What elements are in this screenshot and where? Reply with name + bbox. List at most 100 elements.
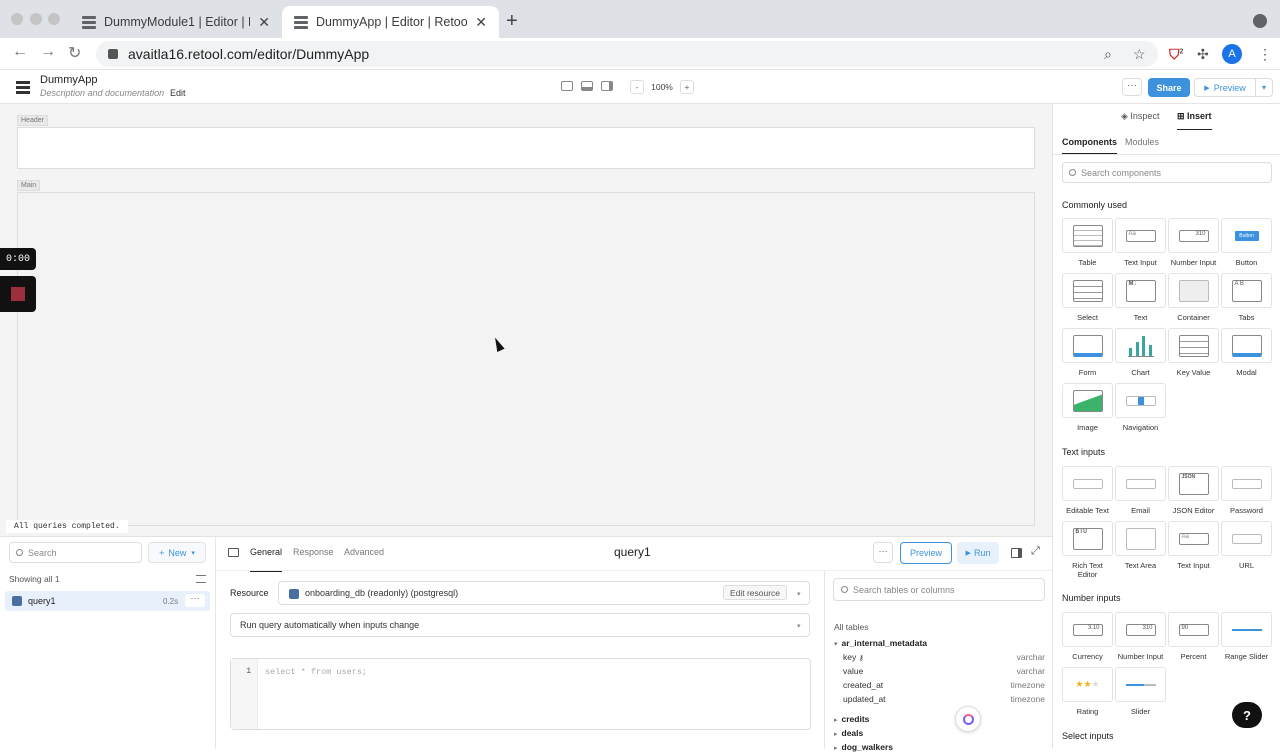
edit-resource-button[interactable]: Edit resource <box>723 585 787 600</box>
sql-editor[interactable]: 1 select * from users; <box>230 658 811 730</box>
close-tab-icon[interactable]: ✕ <box>475 14 487 31</box>
query-search-input[interactable]: Search <box>9 542 142 563</box>
component-currency[interactable]: 3.10 Currency <box>1062 612 1113 661</box>
table-item[interactable]: ▾ ar_internal_metadata <box>834 638 927 648</box>
component-text-input[interactable]: Aa Text Input <box>1115 218 1166 267</box>
profile-avatar[interactable]: A <box>1222 44 1242 64</box>
component-editable-text[interactable]: Editable Text <box>1062 466 1113 515</box>
preview-dropdown-chevron-icon[interactable]: ▾ <box>1256 78 1273 97</box>
browser-tab-dummyapp[interactable]: DummyApp | Editor | Retool ✕ <box>282 6 499 38</box>
address-bar[interactable]: avaitla16.retool.com/editor/DummyApp <box>96 41 1158 67</box>
schema-search-input[interactable]: Search tables or columns <box>833 578 1045 601</box>
tab-components[interactable]: Components <box>1062 137 1117 154</box>
table-item[interactable]: ▸ credits <box>834 714 869 724</box>
resource-value: onboarding_db (readonly) (postgresql) <box>305 588 459 598</box>
stop-recording-button[interactable] <box>0 276 36 312</box>
query-more-button[interactable]: ··· <box>185 594 205 607</box>
component-key-value[interactable]: Key Value <box>1168 328 1219 377</box>
zoom-in-button[interactable]: + <box>680 80 694 94</box>
component-button[interactable]: Button Button <box>1221 218 1272 267</box>
tab-insert[interactable]: ⊞ Insert <box>1177 111 1212 130</box>
extensions-puzzle-icon[interactable]: ✣ <box>1197 46 1209 63</box>
table-item[interactable]: ▸ deals <box>834 728 863 738</box>
component-json-editor[interactable]: JSON JSON Editor <box>1168 466 1219 515</box>
new-query-button[interactable]: + New ▾ <box>148 542 206 563</box>
tab-inspect[interactable]: ◈ Inspect <box>1121 111 1159 122</box>
component-text-input-2[interactable]: Aa Text Input <box>1168 521 1219 570</box>
share-button[interactable]: Share <box>1148 78 1190 97</box>
component-percent[interactable]: 90 Percent <box>1168 612 1219 661</box>
component-password[interactable]: Password <box>1221 466 1272 515</box>
component-tabs[interactable]: A B Tabs <box>1221 273 1272 322</box>
header-frame[interactable] <box>17 127 1035 169</box>
help-button[interactable]: ? <box>1232 702 1262 728</box>
column-row[interactable]: updated_at timezone <box>843 694 1045 704</box>
tab-advanced[interactable]: Advanced <box>344 547 384 557</box>
component-image[interactable]: Image <box>1062 383 1113 432</box>
back-arrow-icon[interactable]: ← <box>12 43 28 61</box>
component-modal[interactable]: Modal <box>1221 328 1272 377</box>
split-view-icon[interactable] <box>1011 548 1022 558</box>
query-preview-button[interactable]: Preview <box>900 542 952 564</box>
component-range-slider[interactable]: Range Slider <box>1221 612 1272 661</box>
window-close-control[interactable] <box>11 13 23 25</box>
browser-tab-dummymodule1[interactable]: DummyModule1 | Editor | Retool ✕ <box>70 6 282 38</box>
tab-search-icon[interactable] <box>1253 14 1267 28</box>
component-email[interactable]: Email <box>1115 466 1166 515</box>
app-more-button[interactable]: ··· <box>1122 78 1142 96</box>
component-form[interactable]: Form <box>1062 328 1113 377</box>
close-tab-icon[interactable]: ✕ <box>258 14 270 31</box>
app-name[interactable]: DummyApp <box>40 74 97 86</box>
component-select[interactable]: Select <box>1062 273 1113 322</box>
component-slider[interactable]: Slider <box>1115 667 1166 716</box>
component-table[interactable]: Table <box>1062 218 1113 267</box>
tab-response[interactable]: Response <box>293 547 334 557</box>
component-search-input[interactable]: Search components <box>1062 162 1272 183</box>
browser-menu-icon[interactable]: ⋮ <box>1258 46 1272 63</box>
edit-description-link[interactable]: Edit <box>170 88 186 98</box>
table-item[interactable]: ▸ dog_walkers <box>834 742 893 752</box>
reload-icon[interactable]: ↻ <box>68 43 81 63</box>
window-minimize-control[interactable] <box>30 13 42 25</box>
component-label: Text <box>1133 313 1148 322</box>
zoom-search-icon[interactable]: ⌕ <box>1104 46 1112 63</box>
extension-shield-icon[interactable]: ⛉2 <box>1169 46 1183 63</box>
component-number-input-2[interactable]: 310 Number Input <box>1115 612 1166 661</box>
filter-icon[interactable] <box>196 575 206 583</box>
zoom-out-button[interactable]: - <box>630 80 644 94</box>
column-row[interactable]: created_at timezone <box>843 680 1045 690</box>
component-container[interactable]: Container <box>1168 273 1219 322</box>
left-panel-toggle-icon[interactable] <box>561 81 573 91</box>
main-section-tag: Main <box>17 180 41 191</box>
run-mode-select[interactable]: Run query automatically when inputs chan… <box>230 613 810 637</box>
container-component-icon <box>1168 273 1219 308</box>
query-options-button[interactable]: ··· <box>873 542 893 563</box>
expand-icon[interactable]: ⤢ <box>1031 545 1040 558</box>
component-rich-text-editor[interactable]: B I U Rich Text Editor <box>1062 521 1113 579</box>
toggle-query-list-icon[interactable] <box>228 548 239 557</box>
preview-button[interactable]: ▶ Preview <box>1194 78 1256 97</box>
component-number-input[interactable]: 310 Number Input <box>1168 218 1219 267</box>
tab-general[interactable]: General <box>250 547 283 572</box>
tab-modules[interactable]: Modules <box>1125 137 1159 147</box>
component-navigation[interactable]: Navigation <box>1115 383 1166 432</box>
query-list-item[interactable]: query1 0.2s ··· <box>5 591 210 611</box>
component-text[interactable]: M↓ Text <box>1115 273 1166 322</box>
right-panel-toggle-icon[interactable] <box>601 81 613 91</box>
bottom-panel-toggle-icon[interactable] <box>581 81 593 91</box>
run-query-button[interactable]: ▶ Run <box>957 542 999 564</box>
retool-menu-icon[interactable] <box>16 81 30 94</box>
column-row[interactable]: value varchar <box>843 666 1045 676</box>
component-rating[interactable]: ★★★ Rating <box>1062 667 1113 716</box>
query-title[interactable]: query1 <box>614 545 651 559</box>
column-row[interactable]: key ⚷ varchar <box>843 652 1045 662</box>
bookmark-star-icon[interactable]: ☆ <box>1133 46 1146 63</box>
component-chart[interactable]: Chart <box>1115 328 1166 377</box>
new-tab-icon[interactable]: + <box>506 10 518 33</box>
component-text-area[interactable]: Text Area <box>1115 521 1166 570</box>
main-frame[interactable] <box>17 192 1035 526</box>
window-zoom-control[interactable] <box>48 13 60 25</box>
component-url[interactable]: URL <box>1221 521 1272 570</box>
forward-arrow-icon[interactable]: → <box>40 43 56 61</box>
clickup-extension-icon[interactable] <box>955 706 981 732</box>
